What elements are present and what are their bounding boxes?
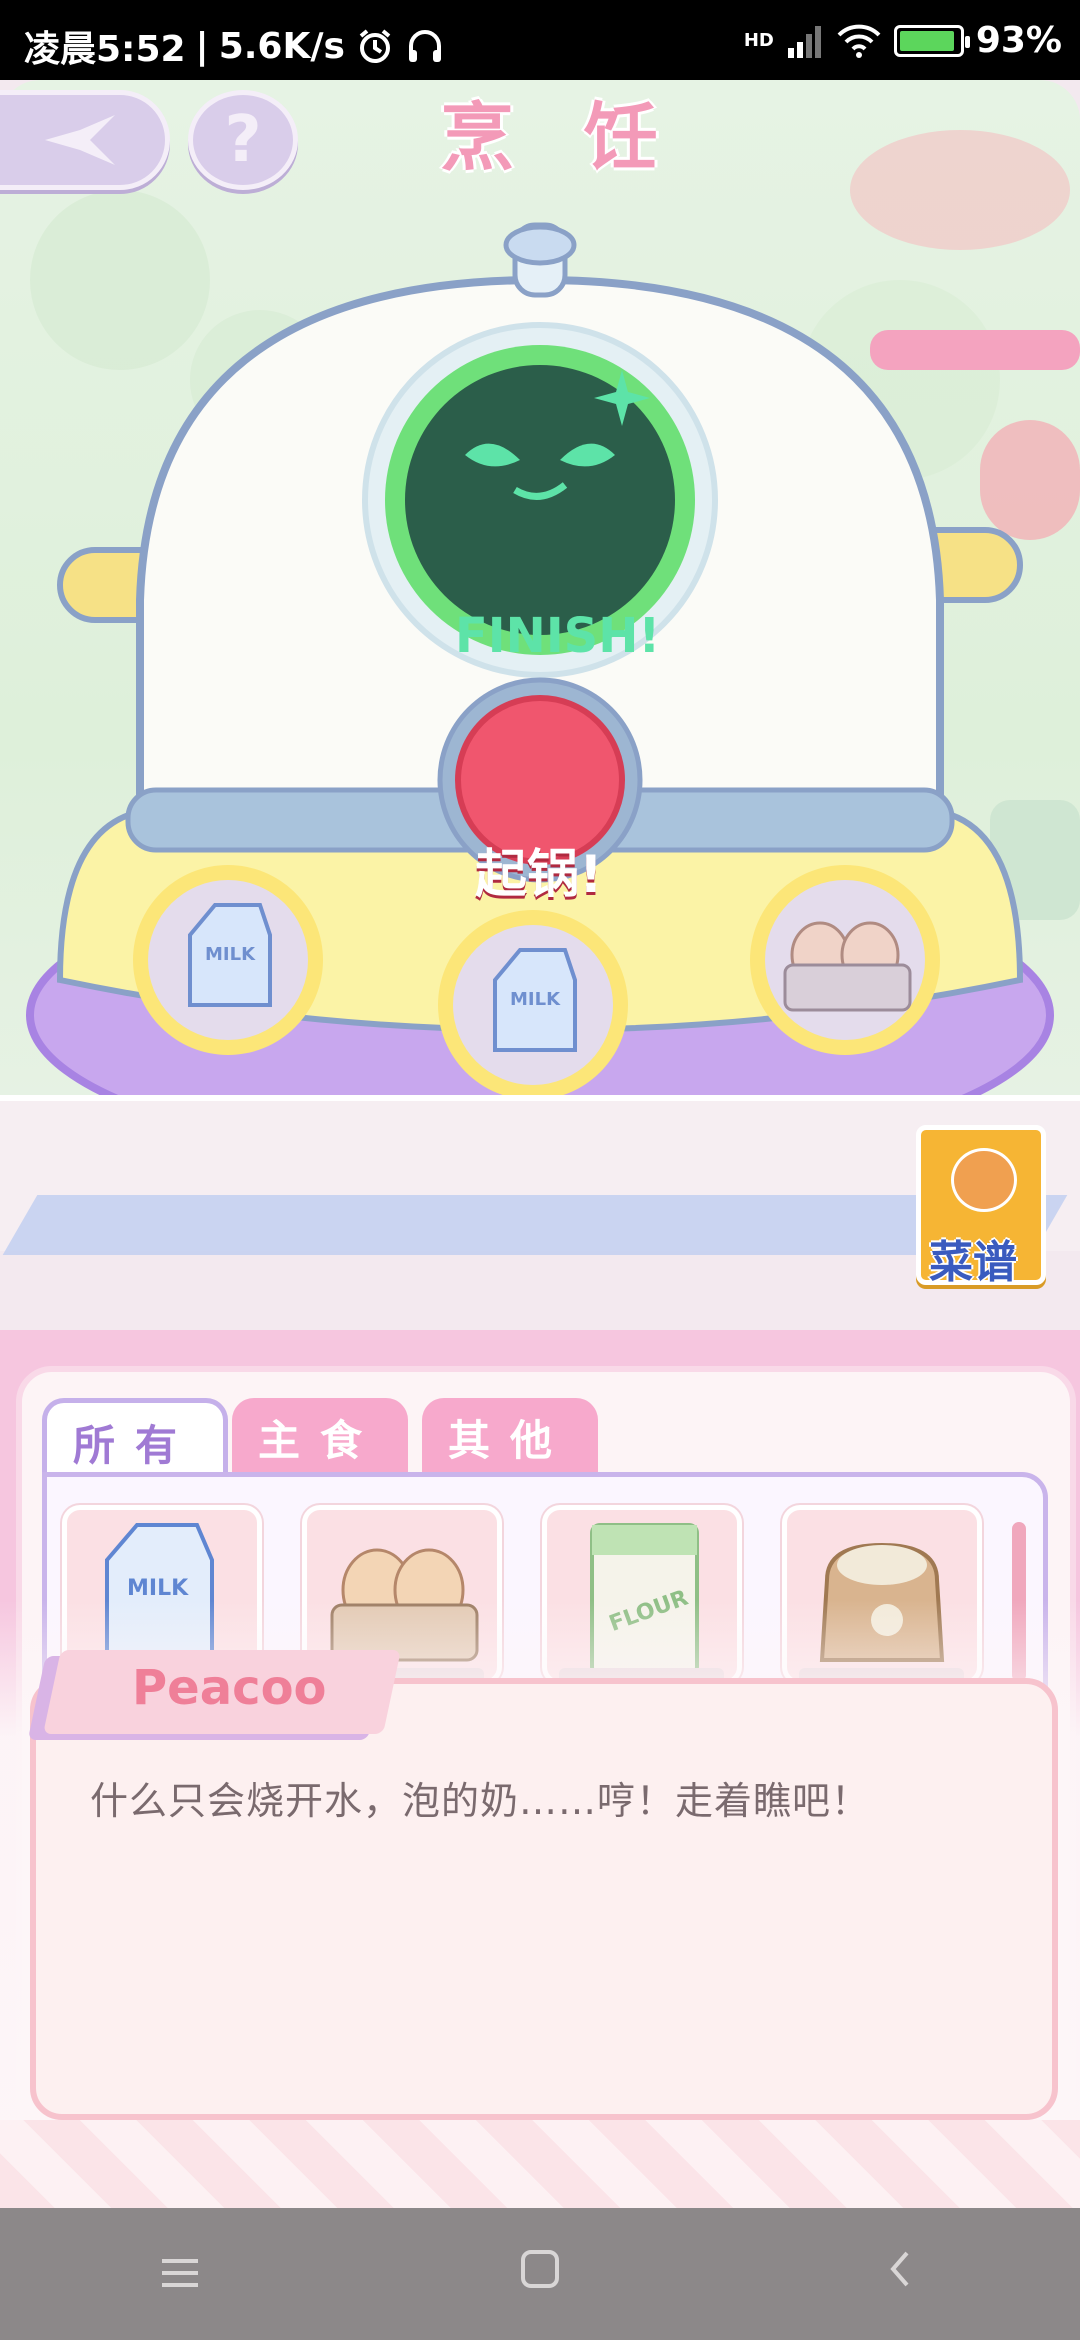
recipe-book-label: 菜谱 <box>929 1237 1017 1288</box>
headphones-icon <box>408 30 441 62</box>
wifi-icon <box>837 24 881 58</box>
battery-fill <box>899 30 954 51</box>
tab-staple[interactable]: 主食 <box>232 1398 408 1476</box>
alarm-icon <box>359 29 391 63</box>
tab-all[interactable]: 所有 <box>42 1398 228 1481</box>
hd-label: HD <box>743 30 774 51</box>
serve-button[interactable]: 起锅! <box>475 832 603 907</box>
status-time: 凌晨5:52 <box>24 29 186 70</box>
checker-pattern <box>0 2120 1080 2210</box>
help-button[interactable]: ? <box>188 90 298 190</box>
menu-icon <box>162 2259 198 2287</box>
signal-icon <box>787 25 821 58</box>
speaker-name: Peacoo <box>132 1660 327 1716</box>
svg-text:MILK: MILK <box>205 944 256 965</box>
svg-text:MILK: MILK <box>510 989 561 1010</box>
page-title: 烹 饪 <box>440 95 680 181</box>
status-divider: | <box>195 25 209 67</box>
nav-menu-button[interactable] <box>120 2245 240 2303</box>
chef-cat-icon <box>951 1148 1017 1212</box>
floor-mat <box>2 1195 1068 1255</box>
status-right: HD 93% <box>744 20 1062 61</box>
dialog-text: 什么只会烧开水，泡的奶……哼！走着瞧吧！ <box>90 1779 871 1823</box>
pot-display-text: FINISH! <box>455 608 661 664</box>
system-nav-bar <box>0 2208 1080 2340</box>
cooking-scene: MILK MILK FINISH! 起锅! <box>0 80 1080 1180</box>
status-bar: 凌晨5:52 | 5.6K/s HD 93% <box>0 0 1080 80</box>
status-left: 凌晨5:52 | 5.6K/s <box>24 20 445 72</box>
back-icon <box>890 2251 909 2287</box>
dialog-box[interactable] <box>30 1678 1058 2120</box>
nav-home-button[interactable] <box>480 2245 600 2303</box>
recipe-book-button[interactable]: 菜谱 <box>916 1125 1046 1288</box>
svg-text:MILK: MILK <box>127 1576 189 1601</box>
status-network-speed: 5.6K/s <box>218 25 345 67</box>
battery-percent: 93% <box>975 20 1062 61</box>
tab-other[interactable]: 其他 <box>422 1398 598 1476</box>
battery-icon <box>893 24 970 57</box>
compass-back-icon <box>45 115 115 165</box>
home-icon <box>521 2250 559 2288</box>
back-button[interactable] <box>0 90 170 190</box>
nav-back-button[interactable] <box>840 2245 960 2303</box>
